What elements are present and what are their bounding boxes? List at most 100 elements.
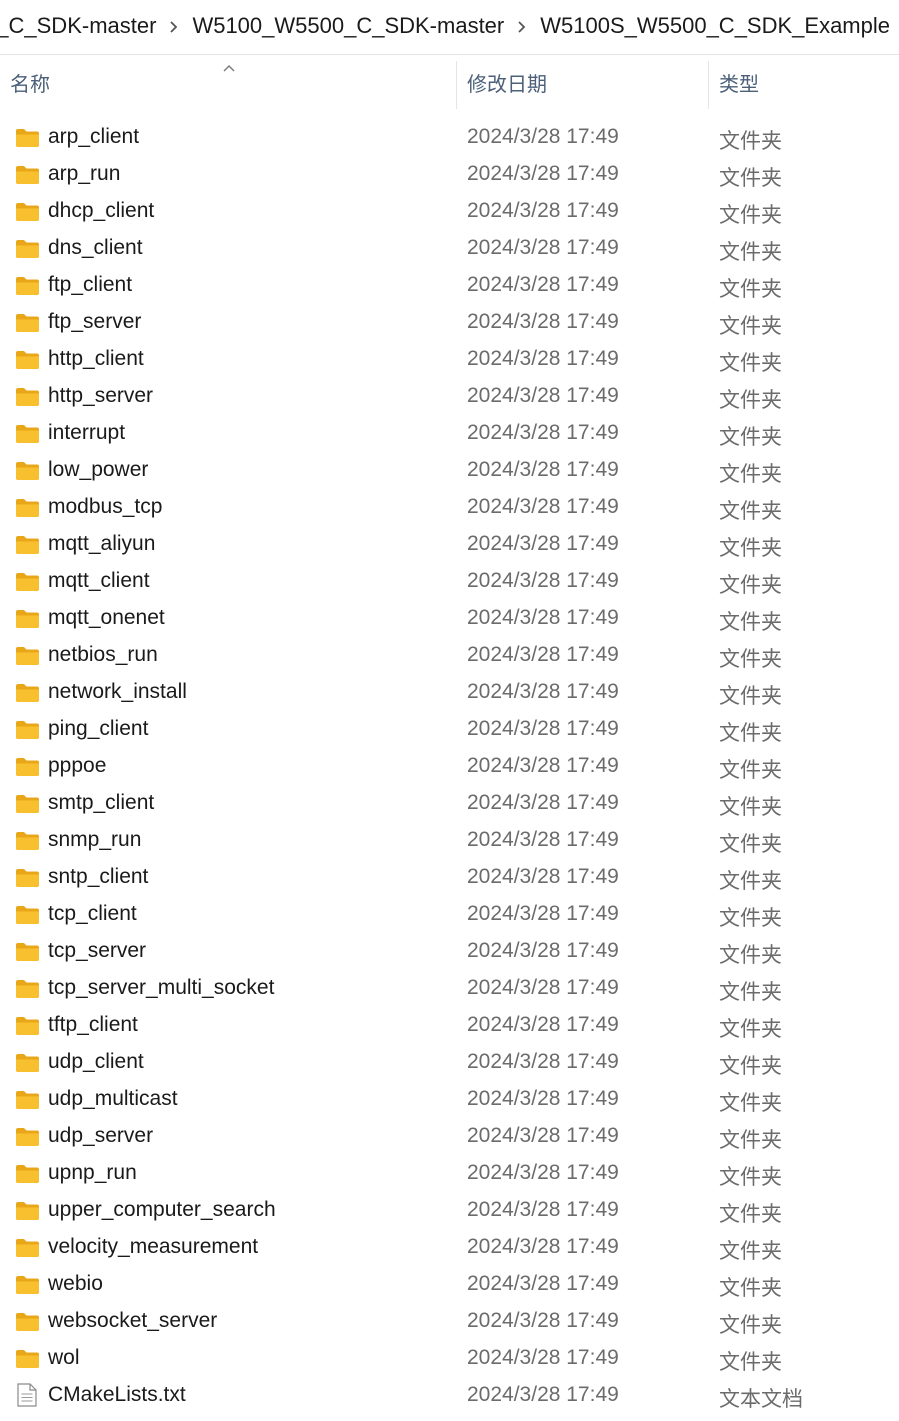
file-name: low_power [48, 458, 149, 481]
folder-icon [15, 757, 40, 777]
file-type: 文件夹 [719, 611, 782, 634]
file-modified-date: 2024/3/28 17:49 [467, 458, 619, 481]
file-row[interactable]: http_client 2024/3/28 17:49 文件夹 [0, 342, 899, 379]
file-row[interactable]: webio 2024/3/28 17:49 文件夹 [0, 1267, 899, 1304]
file-name: udp_client [48, 1050, 144, 1073]
file-row[interactable]: tcp_server 2024/3/28 17:49 文件夹 [0, 934, 899, 971]
file-name: CMakeLists.txt [48, 1383, 186, 1406]
folder-icon [15, 683, 40, 703]
file-row[interactable]: pppoe 2024/3/28 17:49 文件夹 [0, 749, 899, 786]
file-row[interactable]: upper_computer_search 2024/3/28 17:49 文件夹 [0, 1193, 899, 1230]
column-divider[interactable] [708, 61, 709, 109]
file-name: ping_client [48, 717, 149, 740]
file-type: 文件夹 [719, 278, 782, 301]
chevron-right-icon[interactable] [508, 13, 536, 39]
file-type: 文件夹 [719, 204, 782, 227]
file-modified-date: 2024/3/28 17:49 [467, 1198, 619, 1221]
column-header-type[interactable]: 类型 [719, 55, 899, 113]
breadcrumb-item-sdk-root[interactable]: 5500_C_SDK-master [0, 13, 160, 39]
breadcrumb-item-example[interactable]: W5100S_W5500_C_SDK_Example [536, 13, 894, 39]
file-name: mqtt_client [48, 569, 150, 592]
file-row[interactable]: snmp_run 2024/3/28 17:49 文件夹 [0, 823, 899, 860]
file-row[interactable]: wol 2024/3/28 17:49 文件夹 [0, 1341, 899, 1378]
file-row[interactable]: mqtt_aliyun 2024/3/28 17:49 文件夹 [0, 527, 899, 564]
file-name: tftp_client [48, 1013, 138, 1036]
file-name: udp_server [48, 1124, 154, 1147]
file-row[interactable]: ftp_server 2024/3/28 17:49 文件夹 [0, 305, 899, 342]
file-row[interactable]: arp_client 2024/3/28 17:49 文件夹 [0, 120, 899, 157]
file-row[interactable]: sntp_client 2024/3/28 17:49 文件夹 [0, 860, 899, 897]
folder-icon [15, 1164, 40, 1184]
file-row[interactable]: mqtt_onenet 2024/3/28 17:49 文件夹 [0, 601, 899, 638]
file-name: websocket_server [48, 1309, 218, 1332]
file-type: 文件夹 [719, 463, 782, 486]
file-type: 文件夹 [719, 1277, 782, 1300]
file-row[interactable]: http_server 2024/3/28 17:49 文件夹 [0, 379, 899, 416]
file-row[interactable]: smtp_client 2024/3/28 17:49 文件夹 [0, 786, 899, 823]
folder-icon [15, 1238, 40, 1258]
file-row[interactable]: udp_multicast 2024/3/28 17:49 文件夹 [0, 1082, 899, 1119]
file-modified-date: 2024/3/28 17:49 [467, 828, 619, 851]
file-modified-date: 2024/3/28 17:49 [467, 902, 619, 925]
file-modified-date: 2024/3/28 17:49 [467, 199, 619, 222]
file-row[interactable]: ftp_client 2024/3/28 17:49 文件夹 [0, 268, 899, 305]
file-name: smtp_client [48, 791, 155, 814]
file-modified-date: 2024/3/28 17:49 [467, 643, 619, 666]
column-header-date[interactable]: 修改日期 [467, 55, 702, 113]
chevron-right-icon[interactable] [160, 13, 188, 39]
file-row[interactable]: dns_client 2024/3/28 17:49 文件夹 [0, 231, 899, 268]
file-row[interactable]: CMakeLists.txt 2024/3/28 17:49 文本文档 [0, 1378, 899, 1415]
column-header-name[interactable]: 名称 [10, 55, 450, 113]
file-type: 文件夹 [719, 389, 782, 412]
file-name: sntp_client [48, 865, 149, 888]
file-row[interactable]: interrupt 2024/3/28 17:49 文件夹 [0, 416, 899, 453]
file-name: http_server [48, 384, 154, 407]
folder-icon [15, 387, 40, 407]
folder-icon [15, 1201, 40, 1221]
file-type: 文件夹 [719, 685, 782, 708]
file-type: 文件夹 [719, 1240, 782, 1263]
file-row[interactable]: tcp_server_multi_socket 2024/3/28 17:49 文件… [0, 971, 899, 1008]
file-row[interactable]: mqtt_client 2024/3/28 17:49 文件夹 [0, 564, 899, 601]
file-row[interactable]: tcp_client 2024/3/28 17:49 文件夹 [0, 897, 899, 934]
file-type: 文件夹 [719, 944, 782, 967]
file-row[interactable]: velocity_measurement 2024/3/28 17:49 文件夹 [0, 1230, 899, 1267]
file-modified-date: 2024/3/28 17:49 [467, 532, 619, 555]
folder-icon [15, 1127, 40, 1147]
folder-icon [15, 942, 40, 962]
file-modified-date: 2024/3/28 17:49 [467, 717, 619, 740]
file-row[interactable]: udp_client 2024/3/28 17:49 文件夹 [0, 1045, 899, 1082]
file-modified-date: 2024/3/28 17:49 [467, 754, 619, 777]
file-row[interactable]: netbios_run 2024/3/28 17:49 文件夹 [0, 638, 899, 675]
file-type: 文件夹 [719, 648, 782, 671]
breadcrumb-item-sdk-master[interactable]: W5100_W5500_C_SDK-master [188, 13, 508, 39]
file-row[interactable]: upnp_run 2024/3/28 17:49 文件夹 [0, 1156, 899, 1193]
file-modified-date: 2024/3/28 17:49 [467, 976, 619, 999]
file-row[interactable]: websocket_server 2024/3/28 17:49 文件夹 [0, 1304, 899, 1341]
folder-icon [15, 720, 40, 740]
folder-icon [15, 165, 40, 185]
file-modified-date: 2024/3/28 17:49 [467, 1124, 619, 1147]
file-row[interactable]: network_install 2024/3/28 17:49 文件夹 [0, 675, 899, 712]
file-name: udp_multicast [48, 1087, 178, 1110]
file-type: 文件夹 [719, 130, 782, 153]
folder-icon [15, 350, 40, 370]
file-type: 文件夹 [719, 352, 782, 375]
column-header-row: 名称 修改日期 类型 [0, 55, 899, 113]
file-modified-date: 2024/3/28 17:49 [467, 310, 619, 333]
file-row[interactable]: ping_client 2024/3/28 17:49 文件夹 [0, 712, 899, 749]
folder-icon [15, 1312, 40, 1332]
file-row[interactable]: tftp_client 2024/3/28 17:49 文件夹 [0, 1008, 899, 1045]
column-divider[interactable] [456, 61, 457, 109]
file-name: tcp_server [48, 939, 147, 962]
file-row[interactable]: low_power 2024/3/28 17:49 文件夹 [0, 453, 899, 490]
file-row[interactable]: arp_run 2024/3/28 17:49 文件夹 [0, 157, 899, 194]
folder-icon [15, 1090, 40, 1110]
file-name: upper_computer_search [48, 1198, 276, 1221]
file-name: network_install [48, 680, 187, 703]
file-modified-date: 2024/3/28 17:49 [467, 125, 619, 148]
file-row[interactable]: udp_server 2024/3/28 17:49 文件夹 [0, 1119, 899, 1156]
file-row[interactable]: dhcp_client 2024/3/28 17:49 文件夹 [0, 194, 899, 231]
file-row[interactable]: modbus_tcp 2024/3/28 17:49 文件夹 [0, 490, 899, 527]
file-type: 文件夹 [719, 315, 782, 338]
